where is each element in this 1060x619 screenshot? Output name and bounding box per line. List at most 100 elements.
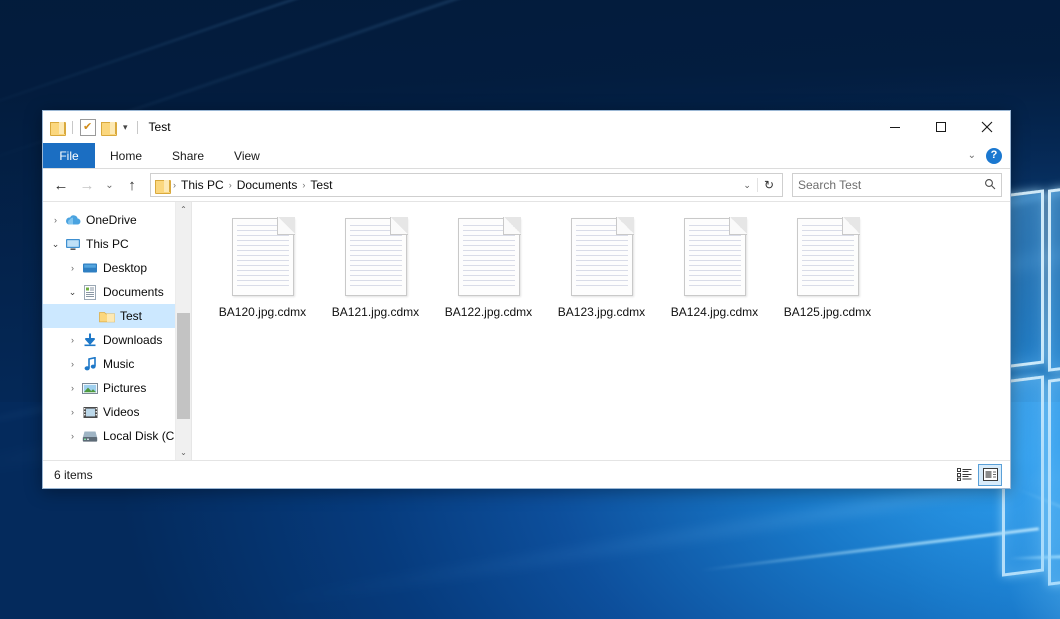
file-item[interactable]: BA120.jpg.cdmx <box>206 216 319 319</box>
sidebar-item-onedrive[interactable]: › OneDrive <box>43 208 191 232</box>
close-button[interactable] <box>964 112 1010 143</box>
search-icon[interactable] <box>984 178 996 193</box>
maximize-button[interactable] <box>918 112 964 143</box>
breadcrumb-item-this-pc[interactable]: This PC <box>177 178 228 192</box>
toolbar-divider <box>137 121 138 134</box>
tab-view[interactable]: View <box>219 143 275 168</box>
ribbon-tab-bar: File Home Share View ⌄ ? <box>43 143 1010 169</box>
scrollbar-thumb[interactable] <box>177 313 190 419</box>
sidebar-item-label: Downloads <box>103 333 162 347</box>
sidebar-item-documents[interactable]: ⌄ Documents <box>43 280 191 304</box>
sidebar-item-label: Documents <box>103 285 164 299</box>
file-item[interactable]: BA125.jpg.cdmx <box>771 216 884 319</box>
explorer-body: › OneDrive ⌄ This PC › Desktop ⌄ Documents Test ›… <box>43 201 1010 460</box>
scrollbar-track[interactable] <box>176 217 191 445</box>
file-list-pane[interactable]: BA120.jpg.cdmx BA121.jpg.cdmx BA122.jpg.cd… <box>191 202 1010 460</box>
details-view-button[interactable] <box>953 465 975 485</box>
sidebar-item-local-disk-c[interactable]: ›Local Disk (C:) <box>43 424 191 448</box>
breadcrumb-item-test[interactable]: Test <box>306 178 336 192</box>
title-bar: ✔ ▾ Test <box>43 111 1010 143</box>
file-name-label: BA125.jpg.cdmx <box>784 305 871 319</box>
search-placeholder: Search Test <box>798 178 984 192</box>
sidebar-item-label: Pictures <box>103 381 146 395</box>
sidebar-item-label: Desktop <box>103 261 147 275</box>
documents-icon <box>81 285 99 300</box>
file-name-label: BA122.jpg.cdmx <box>445 305 532 319</box>
downloads-icon <box>81 333 99 347</box>
file-explorer-window: ✔ ▾ Test File Home Share View <box>42 110 1011 489</box>
back-button[interactable]: ← <box>49 173 73 197</box>
chevron-right-icon[interactable]: › <box>64 335 81 345</box>
generic-document-icon <box>797 218 859 296</box>
recent-locations-button[interactable]: ⌄ <box>101 173 118 197</box>
quick-access-toolbar: ✔ ▾ <box>43 119 140 136</box>
tab-file[interactable]: File <box>43 143 95 168</box>
ribbon-right-controls: ⌄ ? <box>968 143 1010 168</box>
minimize-button[interactable] <box>872 112 918 143</box>
properties-icon[interactable]: ✔ <box>80 119 96 136</box>
sidebar-item-videos[interactable]: ›Videos <box>43 400 191 424</box>
disk-icon <box>81 430 99 443</box>
tab-share[interactable]: Share <box>157 143 219 168</box>
toolbar-divider <box>72 121 73 134</box>
sidebar-item-label: Music <box>103 357 134 371</box>
chevron-right-icon[interactable]: › <box>64 263 81 273</box>
file-name-label: BA121.jpg.cdmx <box>332 305 419 319</box>
navigation-pane: › OneDrive ⌄ This PC › Desktop ⌄ Documents Test ›… <box>43 202 191 460</box>
pictures-icon <box>81 382 99 395</box>
chevron-right-icon[interactable]: › <box>64 431 81 441</box>
breadcrumb-item-documents[interactable]: Documents <box>233 178 302 192</box>
status-bar: 6 items <box>43 460 1010 488</box>
desktop: ✔ ▾ Test File Home Share View <box>0 0 1060 619</box>
generic-document-icon <box>232 218 294 296</box>
new-folder-icon[interactable] <box>101 121 116 134</box>
navigation-tree: › OneDrive ⌄ This PC › Desktop ⌄ Documents Test ›… <box>43 208 191 448</box>
folder-icon <box>155 179 170 192</box>
file-item[interactable]: BA124.jpg.cdmx <box>658 216 771 319</box>
file-name-label: BA120.jpg.cdmx <box>219 305 306 319</box>
chevron-right-icon[interactable]: › <box>64 383 81 393</box>
breadcrumb-dropdown-icon[interactable]: ⌄ <box>737 180 757 191</box>
up-button[interactable]: ↑ <box>120 173 144 197</box>
sidebar-item-desktop[interactable]: › Desktop <box>43 256 191 280</box>
file-grid: BA120.jpg.cdmx BA121.jpg.cdmx BA122.jpg.cd… <box>206 216 1010 319</box>
scroll-up-icon[interactable]: ⌃ <box>176 202 191 217</box>
tab-home[interactable]: Home <box>95 143 157 168</box>
file-item[interactable]: BA123.jpg.cdmx <box>545 216 658 319</box>
search-input[interactable]: Search Test <box>792 173 1002 197</box>
chevron-down-icon[interactable]: ▾ <box>121 123 130 132</box>
sidebar-item-pictures[interactable]: › Pictures <box>43 376 191 400</box>
forward-button[interactable]: → <box>75 173 99 197</box>
desktop-icon <box>81 262 99 275</box>
cloud-icon <box>64 214 82 226</box>
large-icons-view-button[interactable] <box>978 464 1002 486</box>
generic-document-icon <box>345 218 407 296</box>
monitor-icon <box>64 238 82 251</box>
chevron-right-icon[interactable]: › <box>64 407 81 417</box>
navigation-scrollbar[interactable]: ⌃ ⌄ <box>175 202 191 460</box>
sidebar-item-downloads[interactable]: › Downloads <box>43 328 191 352</box>
generic-document-icon <box>458 218 520 296</box>
refresh-icon[interactable]: ↻ <box>757 178 780 192</box>
folder-icon[interactable] <box>50 121 65 134</box>
chevron-right-icon[interactable]: › <box>47 215 64 225</box>
scroll-down-icon[interactable]: ⌄ <box>176 445 191 460</box>
chevron-down-icon[interactable]: ⌄ <box>64 287 81 298</box>
sidebar-item-label: OneDrive <box>86 213 137 227</box>
chevron-right-icon[interactable]: › <box>64 359 81 369</box>
file-item[interactable]: BA122.jpg.cdmx <box>432 216 545 319</box>
generic-document-icon <box>684 218 746 296</box>
videos-icon <box>81 406 99 419</box>
sidebar-item-label: Test <box>120 309 142 323</box>
chevron-down-icon[interactable]: ⌄ <box>47 239 64 250</box>
sidebar-item-label: This PC <box>86 237 129 251</box>
window-title: Test <box>149 120 171 134</box>
file-item[interactable]: BA121.jpg.cdmx <box>319 216 432 319</box>
sidebar-item-test[interactable]: Test <box>43 304 191 328</box>
breadcrumb[interactable]: › This PC › Documents › Test ⌄ ↻ <box>150 173 783 197</box>
sidebar-item-this-pc[interactable]: ⌄ This PC <box>43 232 191 256</box>
sidebar-item-music[interactable]: › Music <box>43 352 191 376</box>
expand-ribbon-chevron-icon[interactable]: ⌄ <box>968 150 976 161</box>
music-icon <box>81 357 99 371</box>
help-icon[interactable]: ? <box>986 148 1002 164</box>
